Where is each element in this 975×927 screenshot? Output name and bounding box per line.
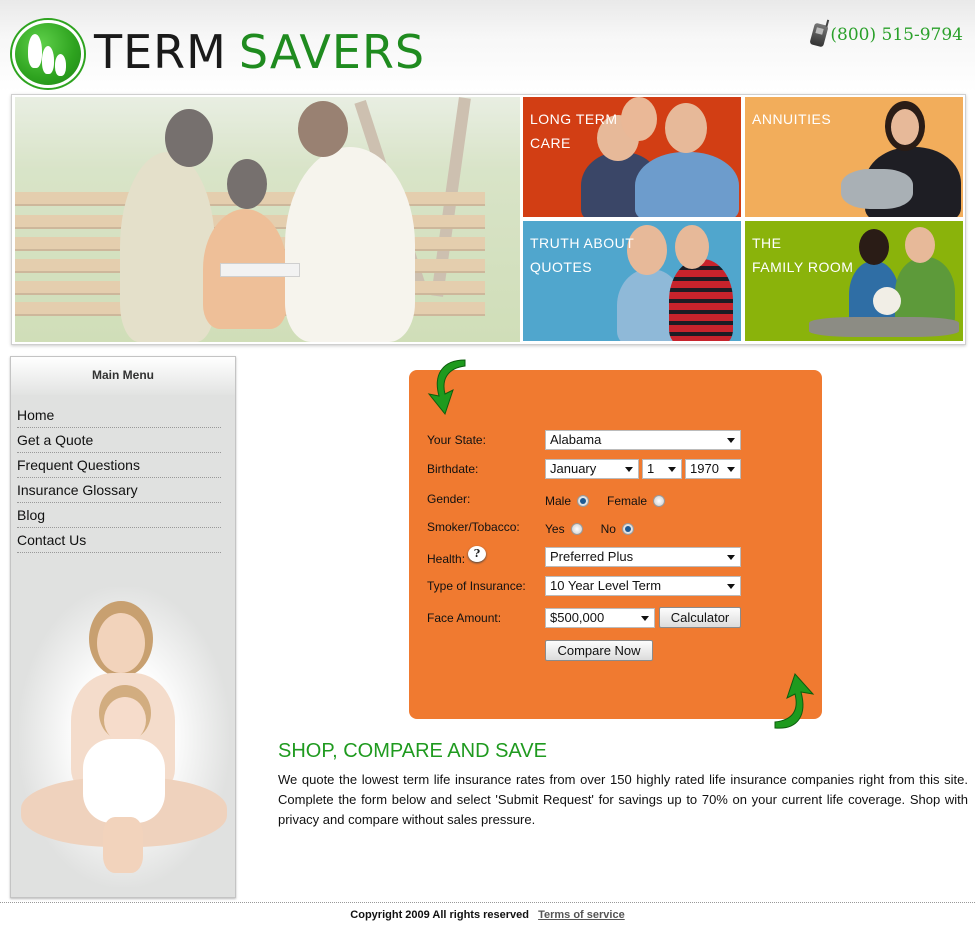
calculator-button[interactable]: Calculator	[659, 607, 741, 628]
green-curved-arrow-up-icon	[774, 673, 815, 729]
chevron-down-icon	[625, 467, 633, 472]
state-value: Alabama	[550, 432, 602, 447]
insurance-type-value: 10 Year Level Term	[550, 578, 662, 593]
cell-phone-icon	[809, 22, 830, 48]
smoker-row: Smoker/Tobacco: Yes No	[427, 518, 646, 536]
tile-truth-about-quotes[interactable]: TRUTH ABOUT QUOTES	[523, 221, 741, 341]
site-header: TERM SAVERS (800) 515-9794	[0, 0, 975, 92]
smoker-label: Smoker/Tobacco:	[427, 520, 520, 534]
health-label-wrap: Health:?	[427, 546, 545, 568]
chevron-down-icon	[727, 555, 735, 560]
section-title: SHOP, COMPARE AND SAVE	[278, 740, 547, 762]
quote-form: Your State: Alabama Birthdate: January 1…	[409, 359, 822, 729]
terms-of-service-link[interactable]: Terms of service	[538, 909, 625, 921]
footer: Copyright 2009 All rights reserved Terms…	[0, 909, 975, 921]
health-select[interactable]: Preferred Plus	[545, 547, 741, 567]
face-amount-row: Face Amount: $500,000 Calculator	[427, 607, 741, 628]
smoker-yes-label: Yes	[545, 522, 565, 536]
birthdate-label: Birthdate:	[427, 462, 479, 476]
menu-item-get-a-quote[interactable]: Get a Quote	[17, 428, 221, 453]
gender-male-radio[interactable]	[577, 495, 590, 507]
brand-name-savers: SAVERS	[238, 25, 426, 79]
main-menu: Home Get a Quote Frequent Questions Insu…	[11, 403, 235, 553]
intro-paragraph: We quote the lowest term life insurance …	[278, 772, 968, 827]
birthdate-row: Birthdate: January 1 1970	[427, 459, 741, 479]
chevron-down-icon	[668, 467, 676, 472]
state-select[interactable]: Alabama	[545, 430, 741, 450]
chevron-down-icon	[641, 615, 649, 621]
birth-year-value: 1970	[690, 461, 719, 476]
phone-number: (800) 515-9794	[830, 25, 963, 45]
state-label: Your State:	[427, 433, 486, 447]
face-amount-value: $500,000	[550, 609, 605, 625]
face-amount-label: Face Amount:	[427, 610, 502, 625]
birth-day-select[interactable]: 1	[642, 459, 682, 479]
health-label: Health:	[427, 552, 466, 566]
brand-name-term: TERM	[94, 25, 227, 79]
health-value: Preferred Plus	[550, 549, 634, 564]
insurance-type-select[interactable]: 10 Year Level Term	[545, 576, 741, 596]
family-on-park-bench-photo	[15, 97, 520, 342]
birth-year-select[interactable]: 1970	[685, 459, 741, 479]
compare-row: Compare Now	[427, 640, 653, 661]
menu-item-home[interactable]: Home	[17, 403, 221, 428]
gender-female-radio[interactable]	[653, 495, 666, 507]
copyright-text: Copyright 2009 All rights reserved	[350, 909, 530, 921]
gender-label: Gender:	[427, 492, 471, 506]
mother-and-daughter-photo	[19, 587, 229, 887]
brand-logo[interactable]: TERM SAVERS	[94, 24, 425, 80]
insurance-type-label: Type of Insurance:	[427, 579, 526, 593]
phone-contact: (800) 515-9794	[809, 22, 963, 48]
smoker-yes-radio[interactable]	[570, 523, 583, 535]
state-row: Your State: Alabama	[427, 430, 741, 450]
main-menu-title: Main Menu	[11, 357, 235, 395]
birth-day-value: 1	[647, 461, 655, 476]
menu-item-blog[interactable]: Blog	[17, 503, 221, 528]
menu-item-insurance-glossary[interactable]: Insurance Glossary	[17, 478, 221, 503]
tile-long-term-care[interactable]: LONG TERM CARE	[523, 97, 741, 217]
tile-label: LONG TERM CARE	[530, 111, 618, 151]
compare-now-button[interactable]: Compare Now	[545, 640, 653, 661]
tile-label: ANNUITIES	[752, 111, 832, 127]
tile-label: TRUTH ABOUT QUOTES	[530, 235, 635, 275]
insurance-type-row: Type of Insurance: 10 Year Level Term	[427, 576, 741, 596]
smoker-no-radio[interactable]	[621, 523, 634, 535]
family-figures-logo-icon[interactable]	[12, 20, 84, 88]
birth-month-select[interactable]: January	[545, 459, 639, 479]
green-curved-arrow-down-icon	[427, 359, 466, 416]
sidebar: Main Menu Home Get a Quote Frequent Ques…	[10, 356, 236, 898]
chevron-down-icon	[727, 467, 735, 472]
gender-female-label: Female	[607, 494, 648, 508]
menu-item-contact-us[interactable]: Contact Us	[17, 528, 221, 553]
face-amount-select[interactable]: $500,000	[545, 607, 655, 628]
gender-row: Gender: Male Female	[427, 490, 677, 508]
chevron-down-icon	[727, 584, 735, 589]
chevron-down-icon	[727, 438, 735, 443]
gender-male-label: Male	[545, 494, 572, 508]
footer-divider	[0, 902, 975, 903]
smoker-no-label: No	[600, 522, 616, 536]
tile-label: THE FAMILY ROOM	[752, 235, 854, 275]
birth-month-value: January	[550, 461, 597, 476]
banner: LONG TERM CARE ANNUITIES TRUTH ABOUT QUO…	[11, 94, 966, 345]
help-question-icon[interactable]: ?	[468, 546, 487, 562]
health-row: Health:? Preferred Plus	[427, 546, 741, 568]
tile-family-room[interactable]: THE FAMILY ROOM	[745, 221, 963, 341]
menu-item-frequent-questions[interactable]: Frequent Questions	[17, 453, 221, 478]
tile-annuities[interactable]: ANNUITIES	[745, 97, 963, 217]
